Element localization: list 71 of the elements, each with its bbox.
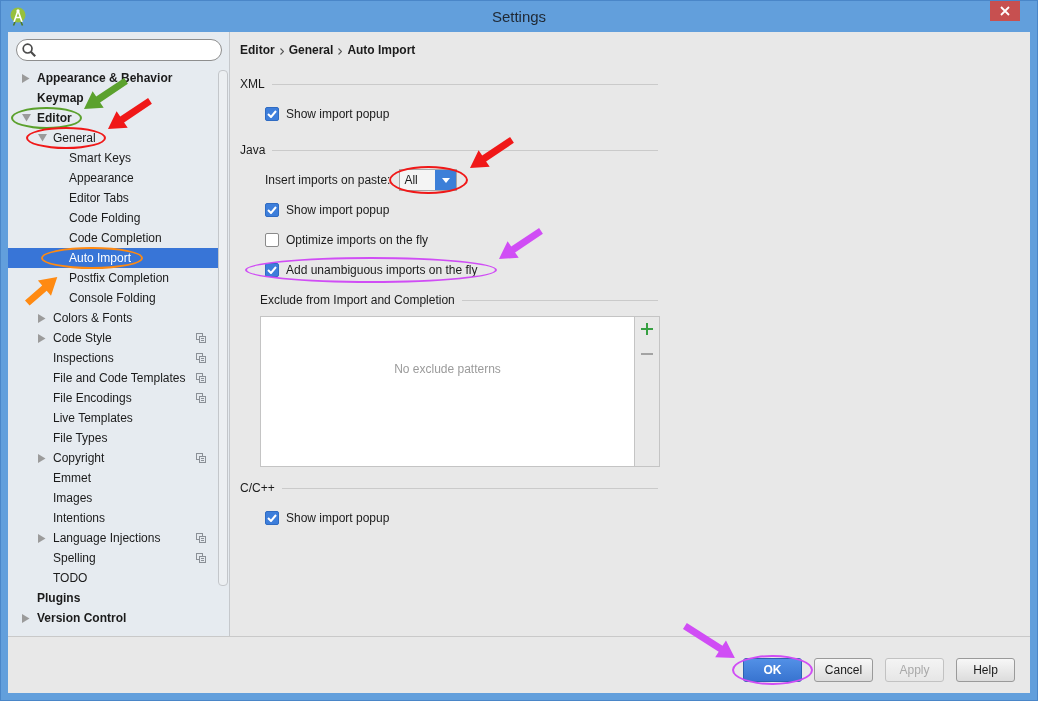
tree-item[interactable]: Auto Import — [8, 248, 218, 268]
checkbox-option[interactable]: Show import popup — [265, 508, 390, 528]
checkbox[interactable] — [265, 511, 279, 525]
tree-item[interactable]: Images — [8, 488, 218, 508]
checkbox-option[interactable]: Show import popup — [265, 104, 390, 124]
search-field[interactable] — [16, 39, 222, 61]
breadcrumb-item: Editor — [240, 43, 275, 57]
caret-icon — [435, 170, 457, 190]
empty-list-text: No exclude patterns — [394, 362, 501, 376]
tree-item[interactable]: File Encodings — [8, 388, 218, 408]
chevron-right-icon — [338, 47, 343, 55]
help-button[interactable]: Help — [956, 658, 1015, 682]
ok-button[interactable]: OK — [743, 658, 802, 682]
triangle-right-icon[interactable] — [38, 453, 46, 463]
tree-item[interactable]: Keymap — [8, 88, 218, 108]
checkbox-option[interactable]: Add unambiguous imports on the fly — [265, 260, 478, 280]
tree-item[interactable]: Code Folding — [8, 208, 218, 228]
triangle-down-icon[interactable] — [38, 134, 47, 142]
app-logo-icon — [10, 7, 26, 26]
tree-item[interactable]: Emmet — [8, 468, 218, 488]
checkbox[interactable] — [265, 263, 279, 277]
scrollbar[interactable] — [218, 70, 228, 586]
checkbox[interactable] — [265, 203, 279, 217]
tree-item[interactable]: Editor — [8, 108, 218, 128]
list-title: Exclude from Import and Completion — [260, 293, 455, 307]
triangle-down-icon[interactable] — [22, 114, 31, 122]
tree-item[interactable]: File and Code Templates — [8, 368, 218, 388]
plus-icon — [641, 323, 653, 335]
section-title: XML — [240, 77, 265, 91]
tree-item[interactable]: Live Templates — [8, 408, 218, 428]
tree-item[interactable]: Code Style — [8, 328, 218, 348]
breadcrumb-item: General — [288, 43, 334, 57]
tree-item[interactable]: General — [8, 128, 218, 148]
tree-item[interactable]: Inspections — [8, 348, 218, 368]
tree-item[interactable]: Copyright — [8, 448, 218, 468]
chevron-right-icon — [279, 47, 284, 55]
dropdown[interactable]: All — [399, 169, 458, 191]
checkbox-option[interactable]: Show import popup — [265, 200, 390, 220]
checkbox[interactable] — [265, 107, 279, 121]
tree-item[interactable]: File Types — [8, 428, 218, 448]
breadcrumb-item: Auto Import — [347, 43, 416, 57]
section-title: Java — [240, 143, 266, 157]
close-icon — [1000, 6, 1010, 16]
field-label: Insert imports on paste: — [265, 173, 391, 187]
triangle-right-icon[interactable] — [22, 613, 30, 623]
triangle-right-icon[interactable] — [38, 533, 46, 543]
tree-item[interactable]: Language Injections — [8, 528, 218, 548]
tree-item[interactable]: Intentions — [8, 508, 218, 528]
search-icon — [22, 43, 36, 57]
triangle-right-icon[interactable] — [38, 333, 46, 343]
triangle-right-icon[interactable] — [22, 73, 30, 83]
minus-icon — [641, 353, 653, 355]
triangle-right-icon[interactable] — [38, 313, 46, 323]
tree-item[interactable]: Editor Tabs — [8, 188, 218, 208]
tree-item[interactable]: Plugins — [8, 588, 218, 608]
tree-item[interactable]: Appearance — [8, 168, 218, 188]
tree-item[interactable]: Spelling — [8, 548, 218, 568]
close-button[interactable] — [990, 1, 1020, 21]
tree-item[interactable]: Appearance & Behavior — [8, 68, 218, 88]
cancel-button[interactable]: Cancel — [814, 658, 873, 682]
window-title: Settings — [491, 8, 547, 25]
section-title: C/C++ — [240, 481, 275, 495]
checkbox-option[interactable]: Optimize imports on the fly — [265, 230, 429, 250]
checkbox[interactable] — [265, 233, 279, 247]
tree-item[interactable]: TODO — [8, 568, 218, 588]
tree-item[interactable]: Code Completion — [8, 228, 218, 248]
tree-item[interactable]: Smart Keys — [8, 148, 218, 168]
tree-item[interactable]: Colors & Fonts — [8, 308, 218, 328]
tree-item[interactable]: Version Control — [8, 608, 218, 628]
tree-item[interactable]: Console Folding — [8, 288, 218, 308]
tree-item[interactable]: Postfix Completion — [8, 268, 218, 288]
